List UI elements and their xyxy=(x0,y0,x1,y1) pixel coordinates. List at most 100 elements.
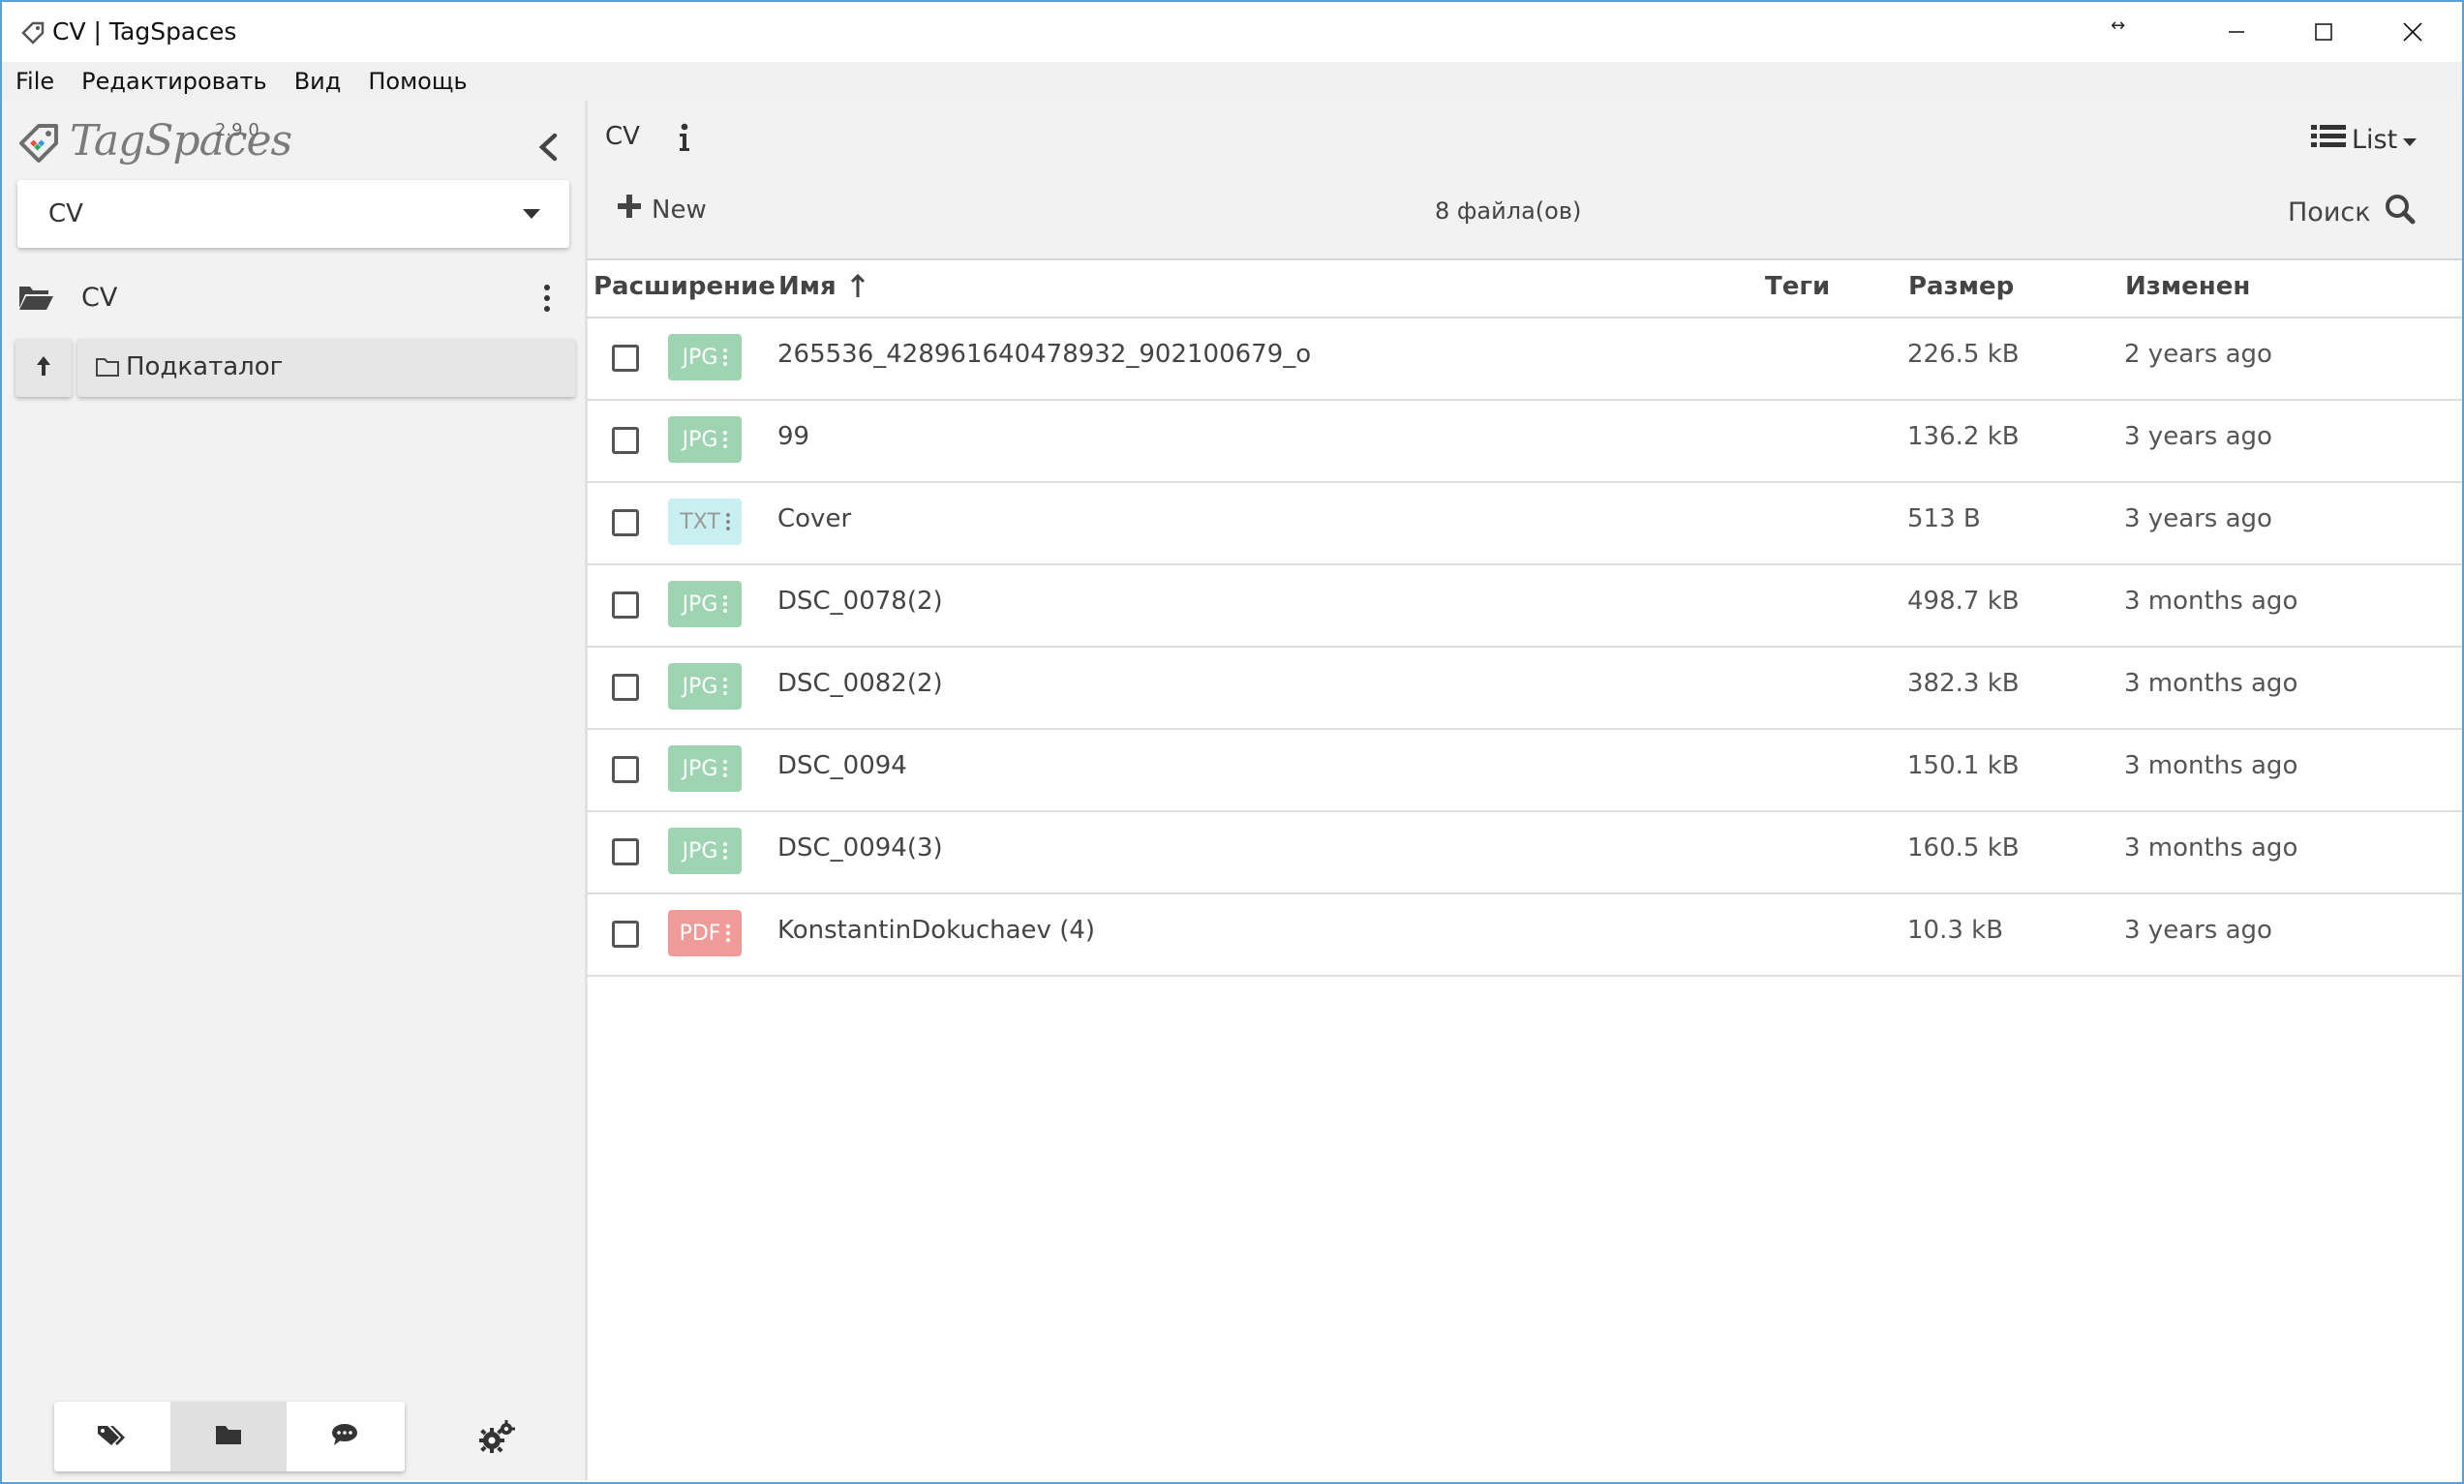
file-size: 226.5 kB xyxy=(1907,340,2020,369)
info-icon xyxy=(678,123,691,156)
logo: TagSpaces 2.9.0 xyxy=(15,110,577,168)
table-row[interactable]: PDF KonstantinDokuchaev (4) 10.3 kB 3 years… xyxy=(588,894,2462,977)
more-vert-icon xyxy=(723,760,728,777)
file-name: KonstantinDokuchaev (4) xyxy=(777,916,1096,945)
search-icon xyxy=(2385,194,2416,231)
file-size: 150.1 kB xyxy=(1907,751,2020,780)
table-row[interactable]: TXT Cover 513 B 3 years ago xyxy=(588,483,2462,565)
main-panel: CV List New 8 файла(ов) Поиск Расширение… xyxy=(588,101,2462,1480)
table-row[interactable]: JPG DSC_0094 150.1 kB 3 months ago xyxy=(588,730,2462,812)
directory-info-button[interactable] xyxy=(667,120,702,159)
caret-down-icon xyxy=(2403,125,2418,155)
more-vert-icon xyxy=(723,595,728,613)
file-extension-badge[interactable]: JPG xyxy=(668,828,742,874)
table-row[interactable]: JPG 265536_428961640478932_902100679_o 226… xyxy=(588,318,2462,401)
minimize-button[interactable] xyxy=(2192,2,2281,62)
menu-help[interactable]: Помощь xyxy=(354,62,480,97)
table-row[interactable]: JPG DSC_0094(3) 160.5 kB 3 months ago xyxy=(588,812,2462,894)
directory-name: CV xyxy=(81,283,118,313)
file-extension-badge[interactable]: JPG xyxy=(668,334,742,380)
window-title: CV | TagSpaces xyxy=(52,17,237,45)
file-name: DSC_0078(2) xyxy=(777,587,943,616)
column-tags[interactable]: Теги xyxy=(1765,272,1830,301)
tags-icon xyxy=(96,1422,129,1451)
file-count: 8 файла(ов) xyxy=(1435,197,1582,225)
row-checkbox[interactable] xyxy=(612,509,639,536)
current-directory[interactable]: CV xyxy=(2,265,585,329)
subdirectory-button[interactable]: Подкаталог xyxy=(77,339,575,397)
menu-view[interactable]: Вид xyxy=(281,62,355,97)
search-label: Поиск xyxy=(2288,197,2371,227)
file-name: Cover xyxy=(777,504,852,533)
directory-menu-icon[interactable] xyxy=(532,279,562,318)
search-button[interactable]: Поиск xyxy=(2288,194,2416,231)
column-name[interactable]: Имя xyxy=(778,272,865,301)
breadcrumb[interactable]: CV xyxy=(605,122,640,151)
file-extension-badge[interactable]: PDF xyxy=(668,910,742,956)
close-button[interactable] xyxy=(2368,2,2457,62)
file-extension-badge[interactable]: JPG xyxy=(668,663,742,710)
folder-icon xyxy=(95,356,120,381)
row-checkbox[interactable] xyxy=(612,591,639,619)
view-mode-button[interactable]: List xyxy=(2311,118,2418,161)
table-row[interactable]: JPG 99 136.2 kB 3 years ago xyxy=(588,401,2462,483)
column-size[interactable]: Размер xyxy=(1908,272,2014,301)
file-extension-badge[interactable]: JPG xyxy=(668,416,742,463)
row-checkbox[interactable] xyxy=(612,674,639,701)
file-size: 498.7 kB xyxy=(1907,587,2020,616)
file-extension-badge[interactable]: JPG xyxy=(668,745,742,792)
more-vert-icon xyxy=(723,678,728,695)
row-checkbox[interactable] xyxy=(612,756,639,783)
column-modified[interactable]: Изменен xyxy=(2125,272,2250,301)
location-select-value: CV xyxy=(48,199,83,228)
location-select[interactable]: CV xyxy=(17,180,569,248)
file-name: DSC_0082(2) xyxy=(777,669,943,698)
tagspaces-logo-icon xyxy=(17,120,62,168)
resize-grip-icon[interactable]: ↔ xyxy=(2111,15,2125,36)
view-mode-label: List xyxy=(2352,124,2398,155)
sidebar-bottom-tabs xyxy=(54,1402,405,1471)
menu-bar: File Редактировать Вид Помощь xyxy=(2,62,2462,102)
row-checkbox[interactable] xyxy=(612,345,639,372)
file-name: DSC_0094(3) xyxy=(777,833,943,863)
plus-icon xyxy=(617,194,642,226)
app-tag-icon xyxy=(19,19,48,48)
app-version: 2.9.0 xyxy=(215,120,259,140)
file-modified: 3 months ago xyxy=(2124,587,2298,616)
arrow-up-icon xyxy=(35,354,52,381)
more-vert-icon xyxy=(723,348,728,366)
more-vert-icon xyxy=(725,513,730,530)
menu-edit[interactable]: Редактировать xyxy=(68,62,281,97)
parent-directory-button[interactable] xyxy=(15,339,72,397)
collapse-sidebar-button[interactable] xyxy=(523,124,573,174)
sort-ascending-icon xyxy=(850,272,865,301)
new-label: New xyxy=(652,195,707,225)
app-window: CV | TagSpaces ↔ File Редактировать Вид Пом… xyxy=(0,0,2464,1484)
file-modified: 2 years ago xyxy=(2124,340,2272,369)
chat-tab[interactable] xyxy=(287,1402,403,1471)
sidebar: TagSpaces 2.9.0 CV CV Подкаталог xyxy=(2,101,588,1480)
row-checkbox[interactable] xyxy=(612,427,639,454)
chevron-left-icon xyxy=(535,133,561,166)
subdirectory-label: Подкаталог xyxy=(126,352,284,381)
settings-button[interactable] xyxy=(471,1413,523,1466)
perspective-toolbar: CV List New 8 файла(ов) Поиск xyxy=(588,101,2462,260)
file-modified: 3 years ago xyxy=(2124,504,2272,533)
row-checkbox[interactable] xyxy=(612,921,639,948)
row-checkbox[interactable] xyxy=(612,838,639,865)
table-row[interactable]: JPG DSC_0078(2) 498.7 kB 3 months ago xyxy=(588,565,2462,648)
chat-icon xyxy=(330,1422,359,1451)
menu-file[interactable]: File xyxy=(2,62,68,97)
new-file-button[interactable]: New xyxy=(617,194,707,226)
file-name: DSC_0094 xyxy=(777,751,907,780)
folders-tab[interactable] xyxy=(170,1402,287,1471)
file-size: 10.3 kB xyxy=(1907,916,2004,945)
table-row[interactable]: JPG DSC_0082(2) 382.3 kB 3 months ago xyxy=(588,648,2462,730)
file-extension-badge[interactable]: TXT xyxy=(668,499,742,545)
more-vert-icon xyxy=(723,842,728,860)
file-extension-badge[interactable]: JPG xyxy=(668,581,742,627)
maximize-button[interactable] xyxy=(2279,2,2368,62)
column-extension[interactable]: Расширение xyxy=(593,272,776,301)
folder-open-icon xyxy=(17,283,54,316)
tags-tab[interactable] xyxy=(54,1402,170,1471)
